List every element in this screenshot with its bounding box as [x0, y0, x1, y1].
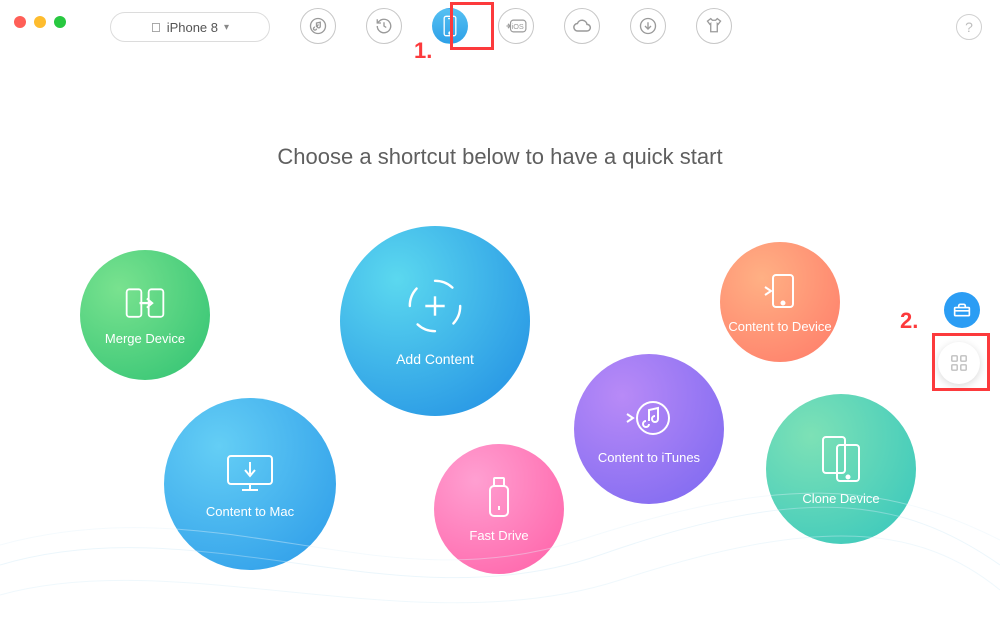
merge-device-shortcut[interactable]: Merge Device	[80, 250, 210, 380]
content-to-itunes-icon	[625, 394, 673, 442]
close-window-button[interactable]	[14, 16, 26, 28]
window-controls	[14, 16, 66, 28]
add-content-shortcut[interactable]: Add Content	[340, 226, 530, 416]
category-grid-button[interactable]	[938, 342, 980, 384]
music-library-button[interactable]	[300, 8, 336, 44]
svg-text:iOS: iOS	[512, 22, 524, 31]
phone-icon	[442, 15, 458, 37]
content-to-mac-icon	[222, 450, 278, 496]
fast-drive-shortcut[interactable]: Fast Drive	[434, 444, 564, 574]
toolbox-icon	[953, 302, 971, 318]
content-to-itunes-label: Content to iTunes	[598, 450, 700, 465]
to-ios-button[interactable]: iOS	[498, 8, 534, 44]
clone-device-label: Clone Device	[802, 491, 879, 506]
download-icon	[639, 17, 657, 35]
history-button[interactable]	[366, 8, 402, 44]
device-manager-button[interactable]	[432, 8, 468, 44]
clone-device-icon	[819, 433, 863, 483]
history-icon	[375, 17, 393, 35]
annotation-step2-label: 2.	[900, 308, 918, 334]
fast-drive-label: Fast Drive	[469, 528, 528, 543]
download-button[interactable]	[630, 8, 666, 44]
merge-device-icon	[123, 285, 167, 323]
merge-device-label: Merge Device	[105, 331, 185, 346]
main-toolbar: iOS	[300, 8, 732, 44]
icloud-button[interactable]	[564, 8, 600, 44]
help-icon: ?	[965, 19, 973, 35]
fast-drive-icon	[486, 476, 512, 520]
content-to-mac-shortcut[interactable]: Content to Mac	[164, 398, 336, 570]
skin-button[interactable]	[696, 8, 732, 44]
cloud-icon	[572, 18, 592, 34]
titlebar:  iPhone 8 ▾ iOS	[0, 0, 1000, 60]
content-to-mac-label: Content to Mac	[206, 504, 294, 519]
content-to-device-icon	[763, 271, 797, 311]
add-content-icon	[404, 275, 466, 337]
add-content-label: Add Content	[396, 351, 474, 367]
apple-logo-icon: 	[151, 20, 161, 35]
clone-device-shortcut[interactable]: Clone Device	[766, 394, 916, 544]
chevron-down-icon: ▾	[224, 22, 229, 33]
device-selector-label: iPhone 8	[167, 20, 218, 35]
content-to-itunes-shortcut[interactable]: Content to iTunes	[574, 354, 724, 504]
tshirt-icon	[704, 17, 724, 35]
grid-icon	[950, 354, 968, 372]
help-button[interactable]: ?	[956, 14, 982, 40]
content-to-device-label: Content to Device	[728, 319, 831, 334]
to-ios-icon: iOS	[505, 17, 527, 35]
music-note-icon	[309, 17, 327, 35]
content-to-device-shortcut[interactable]: Content to Device	[720, 242, 840, 362]
zoom-window-button[interactable]	[54, 16, 66, 28]
page-heading: Choose a shortcut below to have a quick …	[0, 144, 1000, 170]
toolbox-button[interactable]	[944, 292, 980, 328]
device-selector[interactable]:  iPhone 8 ▾	[110, 12, 270, 42]
minimize-window-button[interactable]	[34, 16, 46, 28]
